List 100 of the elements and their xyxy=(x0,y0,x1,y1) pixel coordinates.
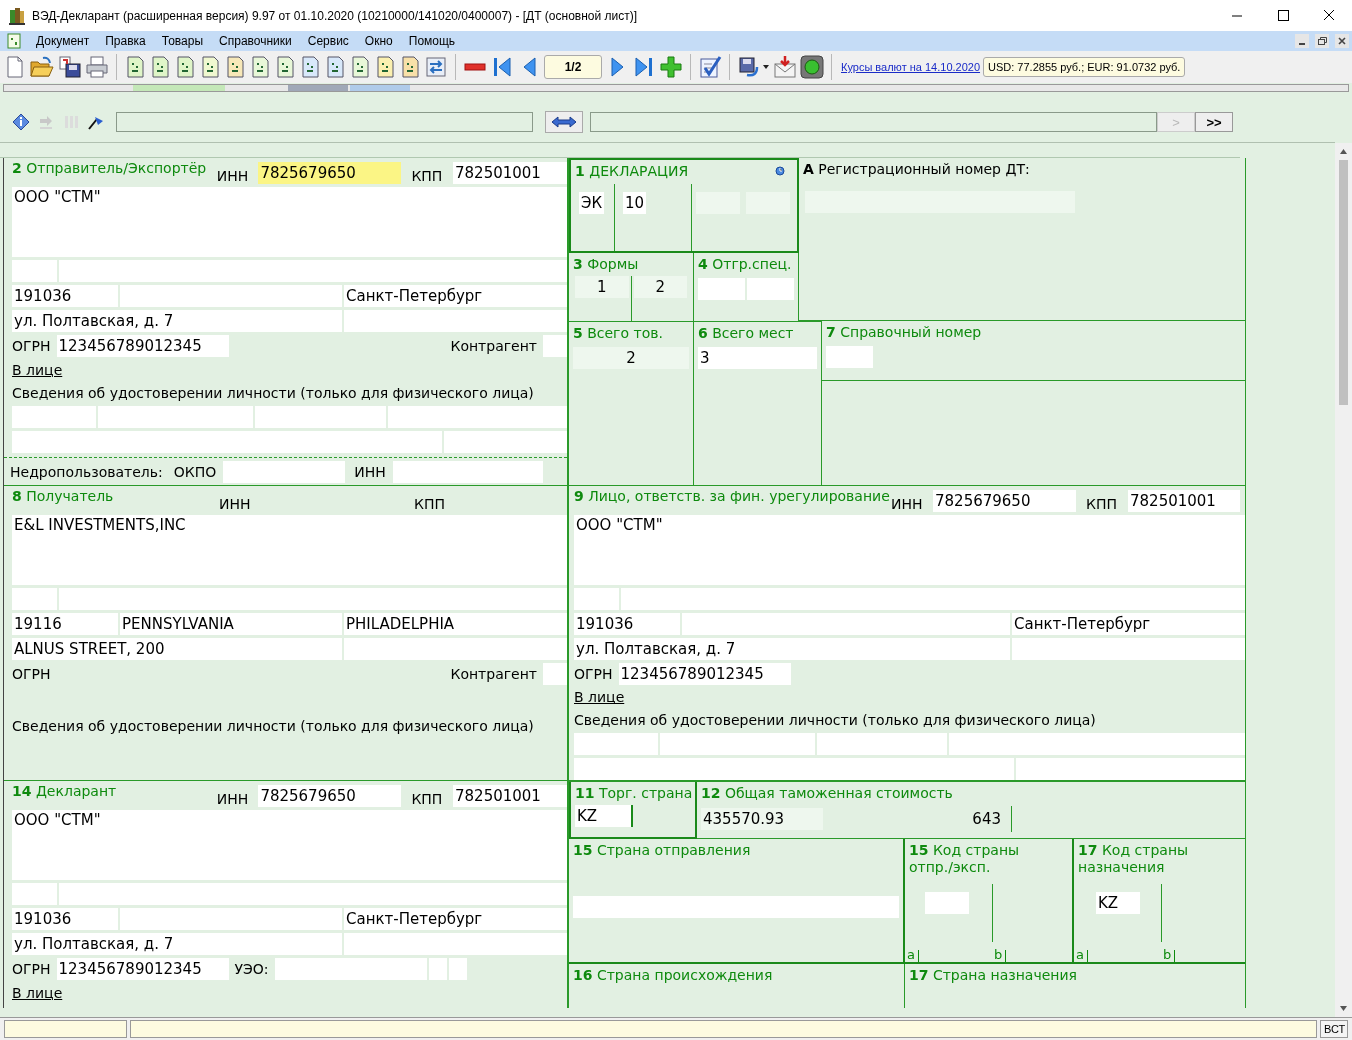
input-field[interactable] xyxy=(344,933,567,955)
input-field[interactable] xyxy=(1016,758,1245,780)
form-sheet-icon[interactable] xyxy=(124,55,146,79)
form-sheet-icon[interactable] xyxy=(299,55,321,79)
open-folder-icon[interactable] xyxy=(29,55,55,79)
input-field[interactable] xyxy=(574,758,1014,780)
input-field[interactable]: 7825679650 xyxy=(258,162,402,184)
input-field[interactable]: ул. Полтавская, д. 7 xyxy=(12,933,342,955)
input-field[interactable] xyxy=(59,588,567,610)
input-field[interactable]: KZ xyxy=(575,805,633,827)
input-field[interactable] xyxy=(12,588,57,610)
input-field[interactable]: E&L INVESTMENTS,INC xyxy=(12,515,567,585)
input-field[interactable] xyxy=(574,733,658,755)
input-field[interactable]: 191036 xyxy=(12,908,118,930)
clock-icon[interactable] xyxy=(775,166,785,176)
add-icon[interactable] xyxy=(659,55,683,79)
input-field[interactable] xyxy=(344,310,567,332)
input-field[interactable]: 2 xyxy=(633,276,687,298)
input-field[interactable] xyxy=(448,958,467,980)
form-sheet-icon[interactable] xyxy=(149,55,171,79)
input-field[interactable]: PHILADELPHIA xyxy=(344,613,567,635)
menu-item[interactable]: Правка xyxy=(97,34,154,48)
input-field[interactable] xyxy=(344,638,567,660)
search-field[interactable] xyxy=(590,112,1157,132)
input-field[interactable]: 782501001 xyxy=(453,785,567,807)
rates-link[interactable]: Курсы валют на 14.10.2020 xyxy=(841,61,981,73)
document-icon[interactable] xyxy=(6,33,22,49)
input-field[interactable]: 123456789012345 xyxy=(56,335,229,357)
nav-button[interactable]: >> xyxy=(1195,112,1233,132)
input-field[interactable]: Санкт-Петербург xyxy=(344,285,567,307)
input-field[interactable] xyxy=(98,406,253,428)
input-field[interactable]: ООО "СТМ" xyxy=(574,514,1245,585)
input-field[interactable]: 191036 xyxy=(574,612,680,635)
menu-item[interactable]: Товары xyxy=(153,34,212,48)
input-field[interactable]: 7825679650 xyxy=(933,489,1076,512)
input-field[interactable]: ЭК xyxy=(579,192,605,214)
close-icon[interactable] xyxy=(1335,34,1349,48)
input-field[interactable]: ул. Полтавская, д. 7 xyxy=(574,637,1010,660)
input-field[interactable]: 782501001 xyxy=(453,162,567,184)
input-field[interactable] xyxy=(543,335,567,357)
input-field[interactable] xyxy=(925,892,969,914)
form-sheet-icon[interactable] xyxy=(399,55,421,79)
menu-item[interactable]: Справочники xyxy=(211,34,300,48)
checklist-icon[interactable] xyxy=(698,55,722,79)
input-field[interactable] xyxy=(120,908,342,930)
form-sheet-icon[interactable] xyxy=(199,55,221,79)
input-field[interactable] xyxy=(12,431,442,453)
app-logo-icon[interactable] xyxy=(8,6,26,25)
menu-item[interactable]: Окно xyxy=(356,34,401,48)
input-field[interactable]: 782501001 xyxy=(1128,489,1240,512)
input-field[interactable]: 123456789012345 xyxy=(56,958,229,980)
info-icon[interactable] xyxy=(12,113,30,131)
input-field[interactable] xyxy=(949,733,1245,755)
input-field[interactable]: 3 xyxy=(698,347,817,369)
form-sheet-icon[interactable] xyxy=(374,55,396,79)
form-sheet-icon[interactable] xyxy=(349,55,371,79)
input-field[interactable]: 191036 xyxy=(12,285,118,307)
input-field[interactable] xyxy=(392,460,543,483)
input-field[interactable] xyxy=(428,958,447,980)
input-field[interactable] xyxy=(120,285,342,307)
person-link[interactable]: В лице xyxy=(12,362,63,378)
forward-arrow-icon[interactable] xyxy=(37,113,55,131)
input-field[interactable]: Санкт-Петербург xyxy=(344,908,567,930)
input-field[interactable] xyxy=(444,431,567,453)
menu-item[interactable]: Документ xyxy=(28,34,98,48)
input-field[interactable] xyxy=(574,587,619,610)
input-field[interactable] xyxy=(388,406,567,428)
input-field[interactable]: 7825679650 xyxy=(258,785,402,807)
input-field[interactable]: PENNSYLVANIA xyxy=(120,613,342,635)
input-field[interactable] xyxy=(621,587,1245,610)
status-light-icon[interactable] xyxy=(800,55,824,79)
input-field[interactable] xyxy=(12,883,57,905)
person-link[interactable]: В лице xyxy=(574,689,625,706)
input-field[interactable] xyxy=(747,278,794,300)
new-document-icon[interactable] xyxy=(4,55,26,79)
swap-arrows-icon[interactable] xyxy=(545,111,583,133)
form-sheet-icon[interactable] xyxy=(224,55,246,79)
input-field[interactable]: 1 xyxy=(575,276,629,298)
input-field[interactable] xyxy=(12,406,96,428)
person-link[interactable]: В лице xyxy=(12,985,63,1001)
input-field[interactable] xyxy=(660,733,815,755)
input-field[interactable]: 10 xyxy=(623,192,647,214)
input-field[interactable] xyxy=(573,896,899,918)
input-field[interactable] xyxy=(817,733,947,755)
mail-icon[interactable] xyxy=(773,55,797,79)
input-field[interactable] xyxy=(826,346,873,368)
input-field[interactable] xyxy=(682,612,1010,635)
input-field[interactable] xyxy=(223,460,346,483)
input-field[interactable] xyxy=(59,260,567,282)
input-field[interactable]: ООО "СТМ" xyxy=(12,810,567,880)
input-field[interactable] xyxy=(12,260,57,282)
input-field[interactable] xyxy=(255,406,386,428)
input-field[interactable]: 19116 xyxy=(12,613,118,635)
menu-item[interactable]: Сервис xyxy=(299,34,357,48)
form-sheet-icon[interactable] xyxy=(324,55,346,79)
restore-icon[interactable] xyxy=(1315,34,1329,48)
form-sheet-icon[interactable] xyxy=(174,55,196,79)
input-field[interactable]: 2 xyxy=(573,347,689,369)
input-field[interactable] xyxy=(274,958,427,980)
minimize-icon[interactable] xyxy=(1295,34,1309,48)
